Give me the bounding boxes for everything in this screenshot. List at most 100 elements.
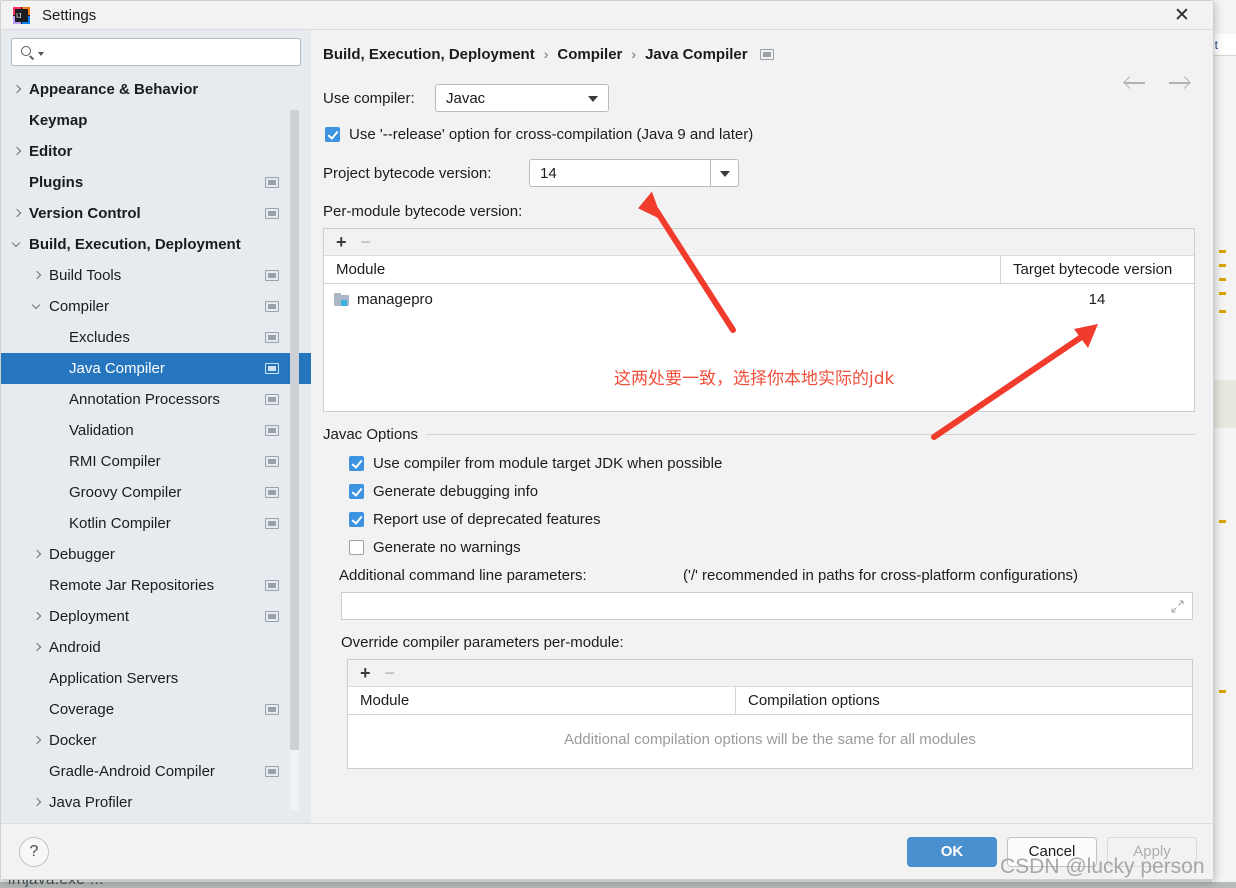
close-icon[interactable]: ✕: [1167, 1, 1197, 29]
javac-option-row[interactable]: Use compiler from module target JDK when…: [349, 455, 1195, 472]
sidebar-item-label: Gradle-Android Compiler: [49, 763, 215, 780]
per-module-bytecode-table: + − Module Target bytecode version manag…: [323, 228, 1195, 412]
remove-module-button[interactable]: −: [361, 233, 372, 251]
remove-override-button[interactable]: −: [385, 664, 396, 682]
chevron-right-icon[interactable]: [31, 641, 45, 655]
sidebar-item-java-profiler[interactable]: Java Profiler: [1, 787, 311, 818]
javac-option-row[interactable]: Report use of deprecated features: [349, 511, 1195, 528]
sidebar-item-label: Build Tools: [49, 267, 122, 284]
override-params-table: + − Module Compilation options Additiona…: [347, 659, 1193, 769]
sidebar-item-version-control[interactable]: Version Control: [1, 198, 311, 229]
sidebar-item-deployment[interactable]: Deployment: [1, 601, 311, 632]
table-row[interactable]: managepro 14: [324, 284, 1194, 314]
column-header-compilation-options[interactable]: Compilation options: [735, 687, 1192, 714]
sidebar-item-java-compiler[interactable]: Java Compiler: [1, 353, 311, 384]
sidebar-item-remote-jar-repositories[interactable]: Remote Jar Repositories: [1, 570, 311, 601]
use-compiler-select[interactable]: Javac: [435, 84, 609, 112]
sidebar-item-label: Debugger: [49, 546, 115, 563]
chevron-down-icon[interactable]: [31, 300, 45, 314]
chevron-right-icon[interactable]: [11, 145, 25, 159]
project-scope-badge-icon: [265, 363, 279, 374]
per-module-table-toolbar: + −: [324, 229, 1194, 256]
project-bytecode-value: 14: [540, 164, 557, 182]
sidebar-item-validation[interactable]: Validation: [1, 415, 311, 446]
sidebar-item-appearance-behavior[interactable]: Appearance & Behavior: [1, 74, 311, 105]
javac-options-title: Javac Options: [323, 426, 419, 443]
help-button[interactable]: ?: [19, 836, 49, 867]
settings-sidebar: Appearance & Behavior Keymap Editor Plugins…: [1, 29, 311, 823]
column-header-target-bytecode[interactable]: Target bytecode version: [1000, 256, 1194, 283]
ok-button[interactable]: OK: [907, 836, 997, 867]
sidebar-item-android[interactable]: Android: [1, 632, 311, 663]
javac-option-label: Generate debugging info: [373, 483, 539, 500]
chevron-right-icon[interactable]: [31, 548, 45, 562]
chevron-right-icon[interactable]: [11, 83, 25, 97]
javac-option-checkbox[interactable]: [349, 512, 364, 527]
javac-option-checkbox[interactable]: [349, 456, 364, 471]
sidebar-item-coverage[interactable]: Coverage: [1, 694, 311, 725]
add-module-button[interactable]: +: [336, 233, 347, 251]
settings-tree: Appearance & Behavior Keymap Editor Plugins…: [1, 72, 311, 818]
project-bytecode-dropdown-button[interactable]: [711, 159, 739, 187]
sidebar-item-label: Version Control: [29, 205, 141, 222]
sidebar-item-plugins[interactable]: Plugins: [1, 167, 311, 198]
breadcrumb-part[interactable]: Build, Execution, Deployment: [323, 46, 535, 63]
sidebar-item-label: Keymap: [29, 112, 88, 129]
cancel-button[interactable]: Cancel: [1007, 836, 1097, 867]
sidebar-item-build-tools[interactable]: Build Tools: [1, 260, 311, 291]
apply-button[interactable]: Apply: [1107, 836, 1197, 867]
javac-options-checkbox-list: Use compiler from module target JDK when…: [349, 455, 1195, 556]
add-override-button[interactable]: +: [360, 664, 371, 682]
sidebar-item-label: Java Compiler: [69, 360, 165, 377]
search-box[interactable]: [11, 38, 301, 66]
additional-params-input[interactable]: [341, 592, 1193, 620]
arrow-right-icon[interactable]: [1167, 74, 1191, 92]
breadcrumb-part[interactable]: Compiler: [557, 46, 622, 63]
expand-field-icon[interactable]: [1171, 600, 1184, 613]
release-option-checkbox[interactable]: [325, 127, 340, 142]
sidebar-item-build-execution-deployment[interactable]: Build, Execution, Deployment: [1, 229, 311, 260]
chevron-right-icon[interactable]: [31, 269, 45, 283]
sidebar-item-kotlin-compiler[interactable]: Kotlin Compiler: [1, 508, 311, 539]
sidebar-item-compiler[interactable]: Compiler: [1, 291, 311, 322]
javac-option-label: Generate no warnings: [373, 539, 521, 556]
chevron-right-icon[interactable]: [11, 207, 25, 221]
sidebar-item-docker[interactable]: Docker: [1, 725, 311, 756]
column-header-module[interactable]: Module: [324, 256, 1000, 283]
release-option-row[interactable]: Use '--release' option for cross-compila…: [325, 126, 1195, 143]
chevron-down-icon[interactable]: [11, 238, 25, 252]
arrow-left-icon[interactable]: [1123, 74, 1147, 92]
chevron-right-icon[interactable]: [31, 734, 45, 748]
javac-option-row[interactable]: Generate no warnings: [349, 539, 1195, 556]
sidebar-item-groovy-compiler[interactable]: Groovy Compiler: [1, 477, 311, 508]
javac-option-checkbox[interactable]: [349, 484, 364, 499]
javac-options-group-header: Javac Options: [323, 426, 1195, 443]
search-input[interactable]: [48, 43, 294, 61]
sidebar-item-debugger[interactable]: Debugger: [1, 539, 311, 570]
sidebar-item-label: Remote Jar Repositories: [49, 577, 215, 594]
sidebar-scrollbar-thumb[interactable]: [290, 110, 299, 750]
chevron-right-icon[interactable]: [31, 796, 45, 810]
chevron-right-icon[interactable]: [31, 610, 45, 624]
sidebar-item-annotation-processors[interactable]: Annotation Processors: [1, 384, 311, 415]
project-bytecode-input[interactable]: 14: [529, 159, 711, 187]
settings-content: Build, Execution, Deployment › Compiler …: [311, 29, 1213, 823]
sidebar-item-rmi-compiler[interactable]: RMI Compiler: [1, 446, 311, 477]
sidebar-item-label: Deployment: [49, 608, 130, 625]
javac-option-checkbox[interactable]: [349, 540, 364, 555]
sidebar-item-editor[interactable]: Editor: [1, 136, 311, 167]
column-header-module[interactable]: Module: [348, 687, 735, 714]
javac-option-row[interactable]: Generate debugging info: [349, 483, 1195, 500]
sidebar-item-excludes[interactable]: Excludes: [1, 322, 311, 353]
sidebar-item-application-servers[interactable]: Application Servers: [1, 663, 311, 694]
sidebar-item-keymap[interactable]: Keymap: [1, 105, 311, 136]
sidebar-item-label: Plugins: [29, 174, 84, 191]
sidebar-item-gradle-android-compiler[interactable]: Gradle-Android Compiler: [1, 756, 311, 787]
breadcrumb: Build, Execution, Deployment › Compiler …: [311, 30, 1213, 68]
cell-target-bytecode: 14: [1088, 290, 1106, 308]
